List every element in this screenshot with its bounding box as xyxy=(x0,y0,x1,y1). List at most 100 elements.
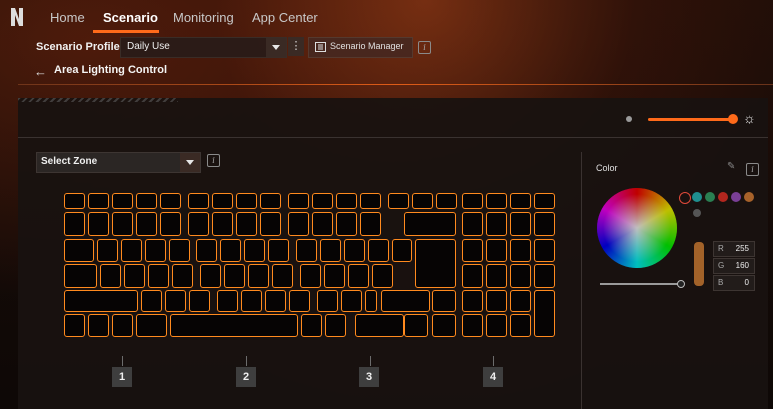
keyboard-key[interactable] xyxy=(336,212,357,236)
keyboard-key[interactable] xyxy=(510,239,531,262)
keyboard-key[interactable] xyxy=(289,290,310,312)
keyboard-key[interactable] xyxy=(220,239,241,262)
kebab-icon[interactable]: ⋮ xyxy=(288,37,304,56)
zone-marker-4[interactable]: 4 xyxy=(483,367,503,387)
keyboard-key[interactable] xyxy=(236,193,257,209)
keyboard-key[interactable] xyxy=(100,264,121,288)
keyboard-key[interactable] xyxy=(486,193,507,209)
keyboard-key[interactable] xyxy=(64,239,94,262)
keyboard-key[interactable] xyxy=(300,264,321,288)
keyboard-key[interactable] xyxy=(404,212,456,236)
keyboard-key[interactable] xyxy=(344,239,365,262)
keyboard-key[interactable] xyxy=(355,314,404,337)
info-icon[interactable]: i xyxy=(207,154,220,167)
keyboard-key[interactable] xyxy=(165,290,186,312)
add-swatch-icon[interactable] xyxy=(693,209,701,217)
keyboard-key[interactable] xyxy=(121,239,142,262)
brightness-thumb[interactable] xyxy=(728,114,738,124)
keyboard-key[interactable] xyxy=(324,264,345,288)
keyboard-key[interactable] xyxy=(320,239,341,262)
keyboard-key[interactable] xyxy=(136,193,157,209)
keyboard-key[interactable] xyxy=(462,212,483,236)
keyboard-key[interactable] xyxy=(212,212,233,236)
keyboard-key[interactable] xyxy=(462,314,483,337)
color-swatch[interactable] xyxy=(744,192,754,202)
keyboard-key[interactable] xyxy=(145,239,166,262)
zone-marker-1[interactable]: 1 xyxy=(112,367,132,387)
keyboard-key[interactable] xyxy=(189,290,210,312)
keyboard-key[interactable] xyxy=(124,264,145,288)
keyboard-key[interactable] xyxy=(112,212,133,236)
scenario-manager-button[interactable]: Scenario Manager xyxy=(308,37,413,58)
keyboard-key[interactable] xyxy=(64,193,85,209)
color-swatch[interactable] xyxy=(731,192,741,202)
keyboard-key[interactable] xyxy=(64,314,85,337)
info-icon[interactable]: i xyxy=(746,163,759,176)
keyboard-key[interactable] xyxy=(462,264,483,288)
keyboard-key[interactable] xyxy=(510,290,531,312)
color-swatch[interactable] xyxy=(705,192,715,202)
rgb-b-field[interactable]: B 0 xyxy=(713,275,755,291)
keyboard-key[interactable] xyxy=(224,264,245,288)
keyboard-key[interactable] xyxy=(365,290,377,312)
keyboard-key[interactable] xyxy=(312,212,333,236)
keyboard-key[interactable] xyxy=(172,264,193,288)
keyboard-key[interactable] xyxy=(301,314,322,337)
zone-marker-3[interactable]: 3 xyxy=(359,367,379,387)
keyboard-key[interactable] xyxy=(141,290,162,312)
keyboard-key[interactable] xyxy=(188,212,209,236)
tab-monitoring[interactable]: Monitoring xyxy=(173,10,234,25)
color-swatch[interactable] xyxy=(692,192,702,202)
keyboard-key[interactable] xyxy=(510,314,531,337)
keyboard-key[interactable] xyxy=(392,239,412,262)
keyboard-key[interactable] xyxy=(360,212,381,236)
eyedropper-icon[interactable]: ✎ xyxy=(727,161,735,172)
keyboard-key[interactable] xyxy=(432,314,456,337)
keyboard-key[interactable] xyxy=(136,212,157,236)
keyboard-key[interactable] xyxy=(404,314,428,337)
keyboard-key[interactable] xyxy=(148,264,169,288)
keyboard-key[interactable] xyxy=(64,290,138,312)
keyboard-key[interactable] xyxy=(296,239,317,262)
keyboard-key[interactable] xyxy=(236,212,257,236)
enter-key[interactable] xyxy=(415,239,456,288)
keyboard-key[interactable] xyxy=(88,193,109,209)
keyboard-key[interactable] xyxy=(288,212,309,236)
keyboard-key[interactable] xyxy=(317,290,338,312)
keyboard-key[interactable] xyxy=(112,314,133,337)
select-zone-dropdown[interactable]: Select Zone xyxy=(36,152,201,173)
numpad-enter-key[interactable] xyxy=(534,290,555,337)
keyboard-key[interactable] xyxy=(341,290,362,312)
keyboard-key[interactable] xyxy=(412,193,433,209)
keyboard-key[interactable] xyxy=(272,264,293,288)
keyboard-key[interactable] xyxy=(288,193,309,209)
keyboard-key[interactable] xyxy=(462,239,483,262)
color-saturation-thumb[interactable] xyxy=(677,280,685,288)
keyboard-key[interactable] xyxy=(64,212,85,236)
keyboard-key[interactable] xyxy=(160,193,181,209)
keyboard-key[interactable] xyxy=(170,314,298,337)
keyboard-key[interactable] xyxy=(462,290,483,312)
keyboard-key[interactable] xyxy=(486,264,507,288)
keyboard-key[interactable] xyxy=(534,264,555,288)
keyboard-key[interactable] xyxy=(432,290,456,312)
keyboard-key[interactable] xyxy=(368,239,389,262)
keyboard-key[interactable] xyxy=(462,193,483,209)
keyboard-key[interactable] xyxy=(348,264,369,288)
keyboard-key[interactable] xyxy=(534,212,555,236)
keyboard-key[interactable] xyxy=(112,193,133,209)
tab-app-center[interactable]: App Center xyxy=(252,10,318,25)
keyboard-key[interactable] xyxy=(486,239,507,262)
keyboard-key[interactable] xyxy=(312,193,333,209)
no-color-icon[interactable] xyxy=(679,192,691,204)
color-swatch[interactable] xyxy=(718,192,728,202)
rgb-r-field[interactable]: R 255 xyxy=(713,241,755,257)
tab-home[interactable]: Home xyxy=(50,10,85,25)
keyboard-key[interactable] xyxy=(212,193,233,209)
brightness-track[interactable] xyxy=(648,118,734,121)
keyboard-key[interactable] xyxy=(510,264,531,288)
keyboard-key[interactable] xyxy=(188,193,209,209)
keyboard-key[interactable] xyxy=(136,314,167,337)
keyboard-key[interactable] xyxy=(244,239,265,262)
tab-scenario[interactable]: Scenario xyxy=(103,10,158,25)
